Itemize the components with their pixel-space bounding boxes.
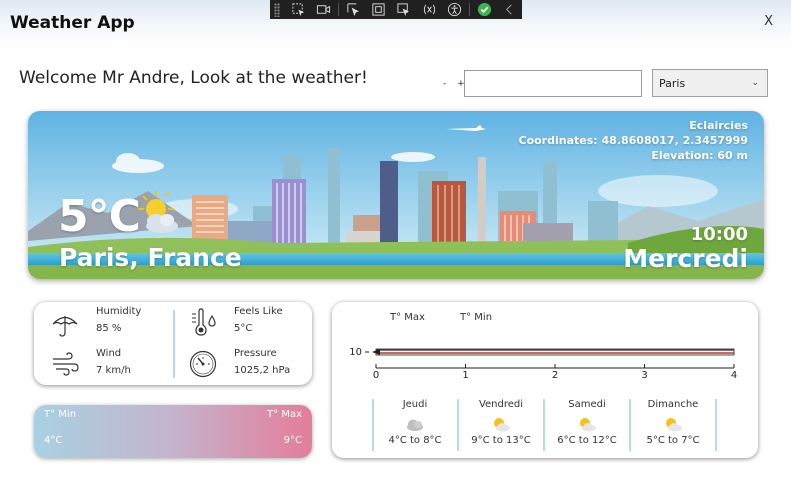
welcome-text: Welcome Mr Andre, Look at the weather! xyxy=(19,68,368,88)
forecast-day: Jeudi 4°C to 8°C xyxy=(372,399,458,446)
partly-sunny-icon xyxy=(666,418,682,432)
current-time: 10:00 xyxy=(690,224,748,245)
y-tick-label: 10 xyxy=(349,347,362,358)
forecast-day: Vendredi 9°C to 13°C xyxy=(458,399,544,446)
x-tick-label: 4 xyxy=(731,370,737,381)
weather-details-card: Humidity 85 % Wind 7 km/h Feels Like 5°C… xyxy=(34,302,312,385)
wind-label: Wind xyxy=(96,348,122,359)
day-name: Vendredi xyxy=(478,399,524,410)
cursor-select-icon[interactable] xyxy=(341,0,366,19)
pressure-item: Pressure 1025,2 hPa xyxy=(234,348,290,376)
thermometer-icon xyxy=(192,308,216,336)
humidity-label: Humidity xyxy=(96,306,142,317)
current-day: Mercredi xyxy=(623,244,748,273)
min-value: 4°C xyxy=(44,435,63,446)
coordinates: Coordinates: 48.8608017, 2.3457999 xyxy=(518,134,749,147)
humidity-item: Humidity 85 % xyxy=(96,306,141,334)
day-name: Samedi xyxy=(568,399,606,410)
x-tick-label: 1 xyxy=(462,370,468,381)
collapse-chevron-icon[interactable] xyxy=(497,0,522,19)
current-temperature: 5°C xyxy=(58,191,141,242)
feels-like-label: Feels Like xyxy=(234,306,283,317)
day-separator xyxy=(715,399,717,451)
display-layout-icon[interactable] xyxy=(366,0,391,19)
temperature-range-card: T° Min T° Max 4°C 9°C xyxy=(34,405,312,458)
forecast-chart: 0 1 2 3 4 10 xyxy=(349,347,737,381)
chevron-down-icon: ⌄ xyxy=(751,78,759,88)
day-range: 6°C to 12°C xyxy=(557,435,617,446)
pressure-label: Pressure xyxy=(234,348,277,359)
toolbar-grip-icon[interactable] xyxy=(274,2,280,17)
check-ok-icon[interactable] xyxy=(472,0,497,19)
forecast-day: Dimanche 5°C to 7°C xyxy=(630,399,716,446)
day-name: Jeudi xyxy=(402,399,428,410)
accessibility-icon[interactable] xyxy=(442,0,467,19)
wind-icon xyxy=(53,352,79,376)
day-range: 5°C to 7°C xyxy=(646,435,700,446)
search-input[interactable] xyxy=(464,70,642,97)
day-separator xyxy=(457,399,459,451)
app-title: Weather App xyxy=(10,13,135,33)
forecast-day: Samedi 6°C to 12°C xyxy=(544,399,630,446)
toolbar-separator xyxy=(338,3,340,16)
details-separator xyxy=(173,310,175,378)
humidity-value: 85 % xyxy=(96,323,122,334)
x-tick-label: 3 xyxy=(641,370,647,381)
pressure-value: 1025,2 hPa xyxy=(234,365,291,376)
wind-item: Wind 7 km/h xyxy=(96,348,131,376)
binding-failures-icon[interactable] xyxy=(416,0,441,19)
day-range: 4°C to 8°C xyxy=(388,435,442,446)
elevation: Elevation: 60 m xyxy=(651,149,748,162)
day-separator xyxy=(372,399,374,451)
day-name: Dimanche xyxy=(647,399,699,410)
close-button[interactable]: X xyxy=(764,14,773,29)
current-weather-card: 5°C Paris, France Eclaircies Coordinates… xyxy=(28,111,764,279)
toolbar-separator xyxy=(468,3,470,16)
partly-sunny-icon xyxy=(580,418,596,432)
day-range: 9°C to 13°C xyxy=(471,435,531,446)
x-tick-label: 0 xyxy=(373,370,379,381)
cloud-icon xyxy=(407,419,423,431)
city-select[interactable]: Paris ⌄ xyxy=(652,69,768,97)
city-select-value: Paris xyxy=(659,76,686,90)
feels-like-value: 5°C xyxy=(234,323,253,334)
max-label: T° Max xyxy=(267,409,302,420)
forecast-card: T° Max T° Min 0 1 2 3 4 10 Jeudi 4°C to 8°C V… xyxy=(332,302,758,458)
xaml-debug-toolbar xyxy=(270,0,522,19)
weather-condition: Eclaircies xyxy=(689,119,748,132)
video-icon[interactable] xyxy=(311,0,336,19)
wind-value: 7 km/h xyxy=(96,365,131,376)
select-element-icon[interactable] xyxy=(286,0,311,19)
partly-sunny-icon xyxy=(494,418,510,432)
day-separator xyxy=(543,399,545,451)
min-label: T° Min xyxy=(44,409,77,420)
location-name: Paris, France xyxy=(59,243,242,272)
track-focus-icon[interactable] xyxy=(391,0,416,19)
day-separator xyxy=(629,399,631,451)
max-value: 9°C xyxy=(283,435,302,446)
feels-like-item: Feels Like 5°C xyxy=(234,306,283,334)
gauge-icon xyxy=(189,350,217,378)
x-tick-label: 2 xyxy=(552,370,558,381)
umbrella-icon xyxy=(52,316,78,337)
